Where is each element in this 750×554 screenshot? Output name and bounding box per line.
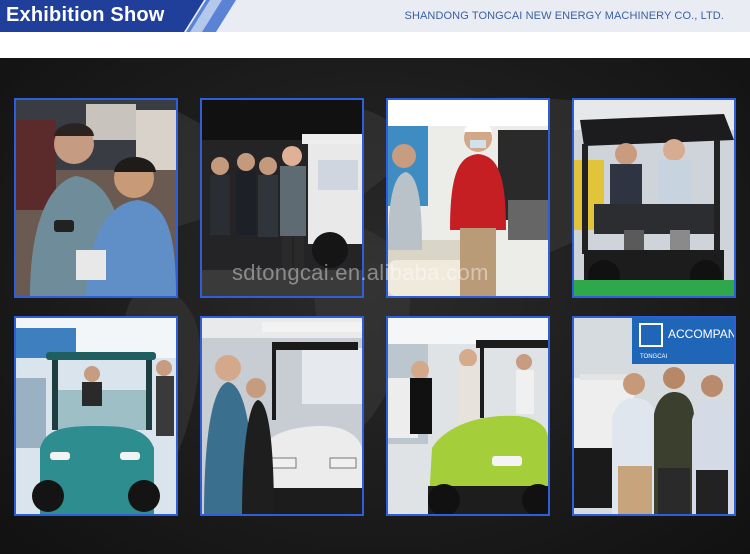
photo-three-men-at-company-booth: ACCOMPAN TONGCAI xyxy=(572,316,736,516)
photo-two-men-seated-in-cart xyxy=(572,98,736,298)
watermark-text: sdtongcai.en.alibaba.com xyxy=(232,260,489,285)
photo-5-image xyxy=(16,318,176,514)
photo-green-golf-cart-with-visitors xyxy=(386,316,550,516)
photo-1-image xyxy=(16,100,176,296)
photo-visitors-inspecting-white-cart xyxy=(200,316,364,516)
header-bar: Exhibition Show SHANDONG TONGCAI NEW ENE… xyxy=(0,0,750,32)
company-name: SHANDONG TONGCAI NEW ENERGY MACHINERY CO… xyxy=(404,10,724,22)
photo-8-image: ACCOMPAN TONGCAI xyxy=(574,318,734,514)
photo-7-image xyxy=(388,318,548,514)
photo-teal-golf-cart-on-display xyxy=(14,316,178,516)
booth-sign-text: ACCOMPAN xyxy=(668,327,734,341)
exhibition-gallery: ACCOMPAN TONGCAI sdtongcai.en.alibaba.co… xyxy=(0,58,750,554)
title-tab: Exhibition Show xyxy=(0,0,236,32)
booth-brand-text: TONGCAI xyxy=(640,354,668,360)
photo-two-men-looking-at-phone xyxy=(14,98,178,298)
photo-4-image xyxy=(574,100,734,296)
header-spacer xyxy=(0,32,750,58)
page-title: Exhibition Show xyxy=(6,4,165,26)
photo-6-image xyxy=(202,318,362,514)
